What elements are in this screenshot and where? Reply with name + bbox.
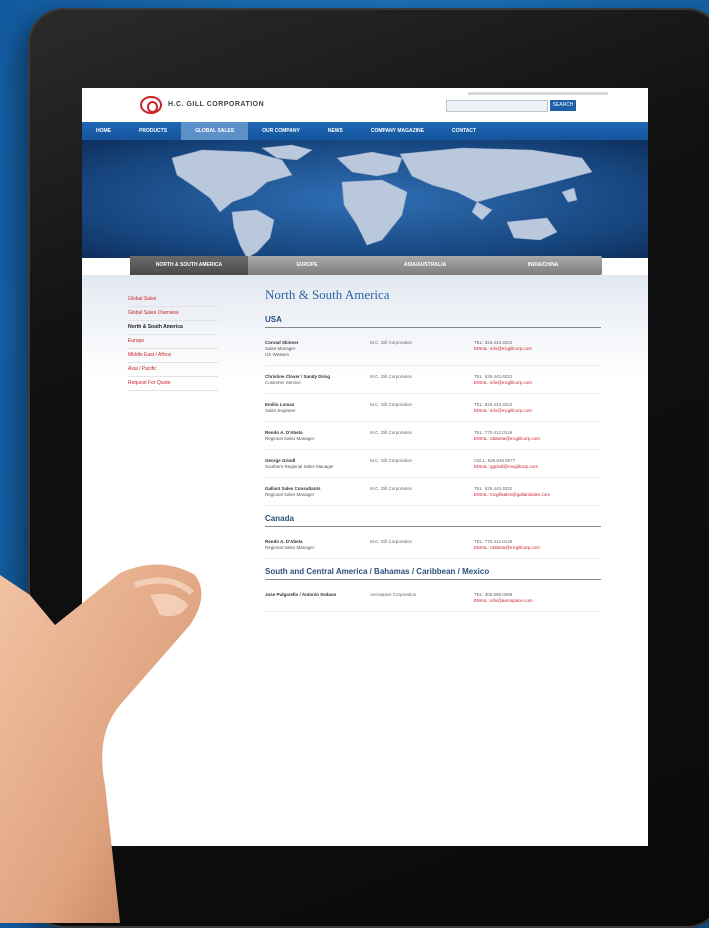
contact-entry: Conrad Skinner Sales Manager US Western M.C… [265, 336, 601, 366]
contact-address: M.C. Gill Corporation [370, 539, 474, 551]
contact-address: M.C. Gill Corporation [370, 486, 474, 498]
address-line: Aerospace Corporation [370, 592, 417, 597]
contact-role: Southern Regional Sales Manager [265, 464, 334, 469]
region-tabs: NORTH & SOUTH AMERICA EUROPE ASIA/AUSTRA… [130, 256, 602, 275]
tab-north-south-america[interactable]: NORTH & SOUTH AMERICA [130, 256, 248, 275]
address-line: M.C. Gill Corporation [370, 402, 413, 407]
contact-address: Aerospace Corporation [370, 592, 474, 604]
contact-details: TEL: 770.412.0146 EMAIL: rdabeta@mcgillco… [474, 430, 601, 442]
contact-region: US Western [265, 352, 290, 357]
main-content: North & South America USA Conrad Skinner S… [265, 287, 601, 616]
contact-email-link[interactable]: EMAIL: ggrindl@mcgillcorp.com [474, 464, 601, 470]
sidebar-item[interactable]: Europe [128, 335, 218, 349]
search-input[interactable] [446, 100, 548, 112]
contact-entry: Jose Pulgarello / Antonio Sedano Aerospac… [265, 588, 601, 612]
contact-person: George Grindl Southern Regional Sales Man… [265, 458, 370, 470]
contact-person: Conrad Skinner Sales Manager US Western [265, 340, 370, 358]
address-line: M.C. Gill Corporation [370, 430, 413, 435]
contact-email-link[interactable]: EMAIL: info@mcgillcorp.com [474, 346, 601, 352]
contact-sections: USA Conrad Skinner Sales Manager US Western… [265, 315, 601, 612]
main-nav: HOME PRODUCTS GLOBAL SALES OUR COMPANY N… [82, 122, 648, 140]
site-header: H.C. GILL CORPORATION SEARCH [82, 88, 648, 122]
contact-address: M.C. Gill Corporation [370, 402, 474, 414]
tab-asia-australia[interactable]: ASIA/AUSTRALIA [366, 256, 484, 275]
contact-entry: George Grindl Southern Regional Sales Man… [265, 454, 601, 478]
section-heading: USA [265, 315, 601, 328]
tab-europe[interactable]: EUROPE [248, 256, 366, 275]
contact-address: M.C. Gill Corporation [370, 374, 474, 386]
world-map-image [171, 144, 593, 258]
contact-email-link[interactable]: EMAIL: rdabeta@mcgillcorp.com [474, 545, 601, 551]
nav-company-magazine[interactable]: COMPANY MAGAZINE [357, 122, 438, 140]
contact-details: CELL: 626.616.9077 EMAIL: ggrindl@mcgillc… [474, 458, 601, 470]
contact-person: Jose Pulgarello / Antonio Sedano [265, 592, 370, 604]
sidebar-item[interactable]: Global Sales [128, 293, 218, 307]
tab-india-china[interactable]: INDIA/CHINA [484, 256, 602, 275]
address-line: M.C. Gill Corporation [370, 486, 413, 491]
world-map-banner [82, 140, 648, 258]
utility-links[interactable] [468, 92, 608, 95]
page-title: North & South America [265, 287, 390, 302]
nav-products[interactable]: PRODUCTS [125, 122, 181, 140]
contact-person: Rendo A. D'Abeta Regional Sales Manager [265, 430, 370, 442]
contact-entry: Emilio Lomas Sales Engineer M.C. Gill Corp… [265, 398, 601, 422]
nav-home[interactable]: HOME [82, 122, 125, 140]
contact-role: Customer Service [265, 380, 301, 385]
contact-entry: Rendo A. D'Abeta Regional Sales Manager M.… [265, 535, 601, 559]
contact-address: M.C. Gill Corporation [370, 458, 474, 470]
address-line: M.C. Gill Corporation [370, 458, 413, 463]
nav-global-sales[interactable]: GLOBAL SALES [181, 122, 249, 140]
contact-details: TEL: 305.599.0068 EMAIL: info@aerospace.c… [474, 592, 601, 604]
hand-image [0, 564, 202, 923]
contact-details: TEL: 770.412.0146 EMAIL: rdabeta@mcgillco… [474, 539, 601, 551]
contact-details: TEL: 626.443.4022 EMAIL: info@mcgillcorp.… [474, 402, 601, 414]
section-heading: Canada [265, 514, 601, 527]
address-line: M.C. Gill Corporation [370, 374, 413, 379]
contact-role: Regional Sales Manager [265, 492, 315, 497]
contact-name: Jose Pulgarello / Antonio Sedano [265, 592, 337, 597]
contact-entry: Gallant Sales Consultants Regional Sales … [265, 482, 601, 506]
search-button[interactable]: SEARCH [550, 100, 576, 111]
contact-email-link[interactable]: EMAIL: info@aerospace.com [474, 598, 601, 604]
nav-contact[interactable]: CONTACT [438, 122, 490, 140]
contact-address: M.C. Gill Corporation [370, 340, 474, 358]
contact-email-link[interactable]: EMAIL: rdabeta@mcgillcorp.com [474, 436, 601, 442]
sidebar-item[interactable]: Global Sales Overview [128, 307, 218, 321]
contact-details: TEL: 626.443.4022 EMAIL: info@mcgillcorp.… [474, 374, 601, 386]
section-heading: South and Central America / Bahamas / Ca… [265, 567, 601, 580]
address-line: M.C. Gill Corporation [370, 539, 413, 544]
sidebar-item-active[interactable]: North & South America [128, 321, 218, 335]
sidebar-item[interactable]: Middle East / Africa [128, 349, 218, 363]
contact-role: Regional Sales Manager [265, 545, 315, 550]
contact-person: Gallant Sales Consultants Regional Sales … [265, 486, 370, 498]
contact-address: M.C. Gill Corporation [370, 430, 474, 442]
contact-email-link[interactable]: EMAIL: info@mcgillcorp.com [474, 380, 601, 386]
contact-person: Rendo A. D'Abeta Regional Sales Manager [265, 539, 370, 551]
contact-person: Christine Clover / Sandy Dring Customer S… [265, 374, 370, 386]
nav-news[interactable]: NEWS [314, 122, 357, 140]
contact-details: TEL: 626.443.4022 EMAIL: info@mcgillcorp.… [474, 340, 601, 358]
contact-email-link[interactable]: EMAIL: info@mcgillcorp.com [474, 408, 601, 414]
mcgill-logo-icon[interactable] [140, 96, 162, 114]
sidebar-item[interactable]: Request For Quote [128, 377, 218, 391]
sidebar-item[interactable]: Asia / Pacific [128, 363, 218, 377]
contact-details: TEL: 626.443.4022 EMAIL: mcgillsales@gall… [474, 486, 601, 498]
sidebar: Global Sales Global Sales Overview North… [128, 293, 218, 391]
contact-entry: Christine Clover / Sandy Dring Customer S… [265, 370, 601, 394]
brand-name: H.C. GILL CORPORATION [168, 101, 265, 108]
contact-person: Emilio Lomas Sales Engineer [265, 402, 370, 414]
address-line: M.C. Gill Corporation [370, 340, 413, 345]
contact-role: Regional Sales Manager [265, 436, 315, 441]
contact-entry: Rendo A. D'Abeta Regional Sales Manager M.… [265, 426, 601, 450]
contact-email-link[interactable]: EMAIL: mcgillsales@gallantsales.com [474, 492, 601, 498]
contact-role: Sales Engineer [265, 408, 296, 413]
nav-our-company[interactable]: OUR COMPANY [248, 122, 314, 140]
